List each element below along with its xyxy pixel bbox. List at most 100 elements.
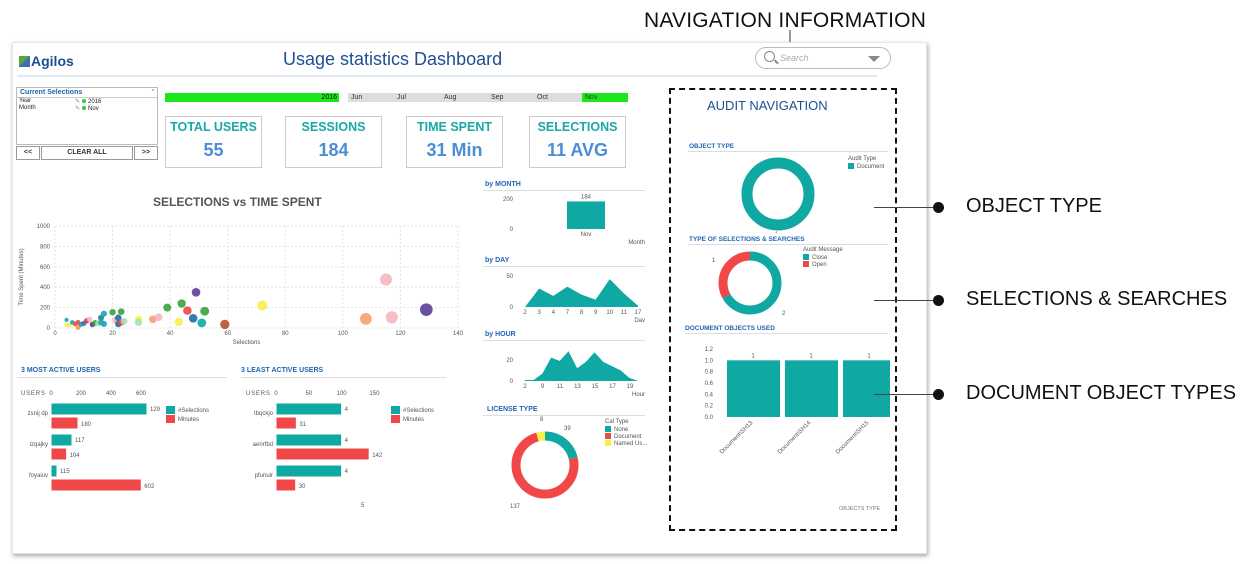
x-tick-label: 11 xyxy=(557,384,564,390)
scatter-point xyxy=(163,303,172,312)
month-option[interactable]: Sep xyxy=(491,93,503,102)
x-tick-label: 200 xyxy=(76,391,87,397)
x-tick-label: 11 xyxy=(621,310,628,316)
x-tick-label: 0 xyxy=(53,331,57,337)
category-label: foyaiuv xyxy=(29,473,48,479)
bar-value-label: 4 xyxy=(345,469,349,475)
x-tick-label: 13 xyxy=(574,384,581,390)
y-axis-label: Time Spent (Minutes) xyxy=(19,248,25,305)
scatter-point xyxy=(257,300,268,311)
annotation-document-object-types: DOCUMENT OBJECT TYPES xyxy=(966,382,1237,404)
x-tick-label: 100 xyxy=(337,391,348,397)
scatter-point xyxy=(200,306,210,316)
selected-dot-icon xyxy=(82,99,87,103)
legend-swatch xyxy=(391,406,400,414)
year-filter[interactable]: 2016 xyxy=(165,93,339,102)
kpi-label: TIME SPENT xyxy=(416,120,492,134)
forward-button[interactable]: >> xyxy=(134,146,158,160)
x-tick-label: 3 xyxy=(537,310,541,316)
x-tick-label: Nov xyxy=(581,232,592,238)
kpi-value: 11 AVG xyxy=(546,140,609,160)
bar-selections xyxy=(275,402,343,416)
x-axis-label: Day xyxy=(634,318,645,322)
logo-icon xyxy=(19,56,30,67)
bar-value-label: 30 xyxy=(299,484,306,490)
month-option-selected[interactable]: Nov xyxy=(582,93,628,102)
by-month-title: by MONTH xyxy=(485,181,521,188)
x-tick-label: 9 xyxy=(541,384,545,390)
y-tick-label: 600 xyxy=(40,265,51,271)
search-icon xyxy=(764,51,775,62)
kpi-value: 55 xyxy=(203,140,224,160)
license-type-chart: Cal Type NoneDocumentNamed Us... 39 8 137 xyxy=(510,417,648,510)
eraser-icon[interactable]: ✎ xyxy=(75,106,80,112)
x-tick-label: 2 xyxy=(523,384,527,390)
y-tick-label: 1000 xyxy=(37,224,51,230)
scatter-point xyxy=(100,310,107,317)
kpi-selections: SELECTIONS 11 AVG xyxy=(529,116,626,168)
search-input[interactable]: Search xyxy=(755,47,891,69)
x-tick-label: 19 xyxy=(627,384,634,390)
slice-value-label: 8 xyxy=(540,417,544,423)
slice-value-label: 39 xyxy=(564,426,571,432)
annotation-dot xyxy=(933,295,944,306)
section-divider xyxy=(241,377,446,378)
bar-minutes xyxy=(275,478,297,492)
minimize-button[interactable]: - xyxy=(152,87,154,94)
selection-row-year[interactable]: Year ✎ 2016 xyxy=(17,98,157,105)
legend-label: None xyxy=(614,427,629,433)
x-tick-label: 17 xyxy=(635,310,642,316)
legend-swatch xyxy=(166,415,175,423)
month-option[interactable]: Oct xyxy=(537,93,548,102)
scatter-point xyxy=(86,316,93,323)
scatter-point xyxy=(197,318,207,328)
clear-all-button[interactable]: CLEAR ALL xyxy=(41,146,133,160)
scatter-point xyxy=(183,306,192,315)
x-axis-label: Hour xyxy=(632,392,645,398)
bar-value-label: 180 xyxy=(81,422,92,428)
annotation-object-type: OBJECT TYPE xyxy=(966,195,1102,217)
bar-value-label: 4 xyxy=(345,407,349,413)
x-tick-label: 0 xyxy=(274,391,278,397)
current-selections-header: Current Selections - xyxy=(17,87,157,98)
month-option[interactable]: Jul xyxy=(397,93,406,102)
x-tick-label: 7 xyxy=(566,310,570,316)
kpi-label: SELECTIONS xyxy=(537,120,618,134)
y-axis-title: USERS xyxy=(21,391,46,397)
x-tick-label: 20 xyxy=(109,331,116,337)
x-tick-label: 150 xyxy=(369,391,380,397)
scatter-point xyxy=(117,308,125,316)
month-filter: Jun Jul Aug Sep Oct Nov xyxy=(348,93,628,102)
scatter-point xyxy=(360,312,372,325)
bar-value-label: 104 xyxy=(70,453,81,459)
legend-label: Minutes xyxy=(403,417,424,423)
annotation-dot xyxy=(933,202,944,213)
x-tick-label: 8 xyxy=(580,310,584,316)
scatter-point xyxy=(191,287,201,297)
audit-navigation-highlight xyxy=(669,88,897,531)
bar-value-label: 129 xyxy=(150,407,161,413)
x-tick-label: 4 xyxy=(552,310,556,316)
legend-label: #Selections xyxy=(403,408,434,414)
footnote: 5 xyxy=(361,503,365,509)
month-option[interactable]: Jun xyxy=(351,93,362,102)
logo-text: Agilos xyxy=(31,53,74,69)
chevron-down-icon[interactable] xyxy=(868,56,880,62)
current-selections-title: Current Selections xyxy=(20,89,83,96)
annotation-line xyxy=(874,394,936,395)
category-label: izqajky xyxy=(30,442,48,448)
y-tick-label: 0 xyxy=(510,227,514,233)
kpi-time-spent: TIME SPENT 31 Min xyxy=(406,116,503,168)
least-active-title: 3 LEAST ACTIVE USERS xyxy=(241,367,324,374)
bar-value-label: 117 xyxy=(75,438,85,444)
bar-selections xyxy=(50,402,148,416)
y-tick-label: 0 xyxy=(510,379,514,385)
by-day-chart: 0 50 2 3 4 7 8 9 10 11 17 Day xyxy=(506,274,645,322)
selection-row-month[interactable]: Month ✎ Nov xyxy=(17,105,157,112)
x-tick-label: 10 xyxy=(606,310,613,316)
back-button[interactable]: << xyxy=(16,146,40,160)
month-option[interactable]: Aug xyxy=(444,93,456,102)
most-active-title: 3 MOST ACTIVE USERS xyxy=(21,367,101,374)
legend-label: Document xyxy=(614,434,642,440)
y-tick-label: 200 xyxy=(40,306,51,312)
